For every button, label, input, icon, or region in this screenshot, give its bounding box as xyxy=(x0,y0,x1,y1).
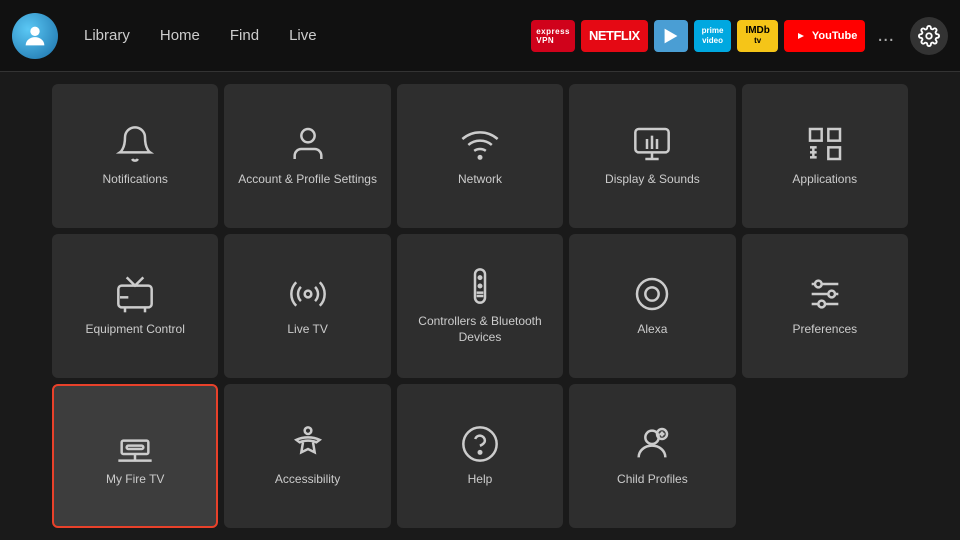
my-fire-tv-label: My Fire TV xyxy=(106,472,164,488)
nav-app-shortcuts: expressVPN NETFLIX primevideo IMDbtv You… xyxy=(531,17,948,55)
remote-icon xyxy=(460,266,500,306)
nav-links: Library Home Find Live xyxy=(70,21,331,50)
top-navigation: Library Home Find Live expressVPN NETFLI… xyxy=(0,0,960,72)
settings-child-profiles[interactable]: Child Profiles xyxy=(569,384,735,528)
settings-account-profile[interactable]: Account & Profile Settings xyxy=(224,84,390,228)
app-primevideo[interactable]: primevideo xyxy=(694,20,732,52)
settings-accessibility[interactable]: Accessibility xyxy=(224,384,390,528)
wifi-icon xyxy=(460,124,500,164)
app-netflix[interactable]: NETFLIX xyxy=(581,20,648,52)
app-expressvpn[interactable]: expressVPN xyxy=(531,20,575,52)
accessibility-label: Accessibility xyxy=(275,472,340,488)
app-freevee[interactable] xyxy=(654,20,688,52)
antenna-icon xyxy=(288,274,328,314)
nav-find[interactable]: Find xyxy=(216,21,273,50)
notifications-label: Notifications xyxy=(103,172,168,188)
alexa-label: Alexa xyxy=(637,322,667,338)
nav-home[interactable]: Home xyxy=(146,21,214,50)
settings-alexa[interactable]: Alexa xyxy=(569,234,735,378)
equipment-control-label: Equipment Control xyxy=(86,322,185,338)
sliders-icon xyxy=(805,274,845,314)
account-profile-label: Account & Profile Settings xyxy=(238,172,377,188)
empty-cell xyxy=(742,384,908,528)
preferences-label: Preferences xyxy=(792,322,857,338)
user-avatar[interactable] xyxy=(12,13,58,59)
display-icon xyxy=(632,124,672,164)
settings-live-tv[interactable]: Live TV xyxy=(224,234,390,378)
tv-icon xyxy=(115,274,155,314)
settings-help[interactable]: Help xyxy=(397,384,563,528)
settings-display-sounds[interactable]: Display & Sounds xyxy=(569,84,735,228)
settings-equipment-control[interactable]: Equipment Control xyxy=(52,234,218,378)
settings-controllers-bluetooth[interactable]: Controllers & Bluetooth Devices xyxy=(397,234,563,378)
help-icon xyxy=(460,424,500,464)
live-tv-label: Live TV xyxy=(287,322,327,338)
alexa-icon xyxy=(632,274,672,314)
bell-icon xyxy=(115,124,155,164)
accessibility-icon xyxy=(288,424,328,464)
settings-applications[interactable]: Applications xyxy=(742,84,908,228)
app-youtube[interactable]: YouTube xyxy=(784,20,865,52)
display-sounds-label: Display & Sounds xyxy=(605,172,700,188)
controllers-bluetooth-label: Controllers & Bluetooth Devices xyxy=(407,314,553,345)
help-label: Help xyxy=(468,472,493,488)
settings-grid: Notifications Account & Profile Settings… xyxy=(0,72,960,540)
more-apps-button[interactable]: ... xyxy=(871,20,900,51)
settings-network[interactable]: Network xyxy=(397,84,563,228)
person-icon xyxy=(288,124,328,164)
network-label: Network xyxy=(458,172,502,188)
settings-button[interactable] xyxy=(910,17,948,55)
settings-notifications[interactable]: Notifications xyxy=(52,84,218,228)
nav-live[interactable]: Live xyxy=(275,21,331,50)
apps-icon xyxy=(805,124,845,164)
child-profiles-label: Child Profiles xyxy=(617,472,688,488)
applications-label: Applications xyxy=(792,172,857,188)
firetv-icon xyxy=(115,424,155,464)
settings-preferences[interactable]: Preferences xyxy=(742,234,908,378)
child-profiles-icon xyxy=(632,424,672,464)
nav-library[interactable]: Library xyxy=(70,21,144,50)
app-imdb[interactable]: IMDbtv xyxy=(737,20,777,52)
settings-my-fire-tv[interactable]: My Fire TV xyxy=(52,384,218,528)
